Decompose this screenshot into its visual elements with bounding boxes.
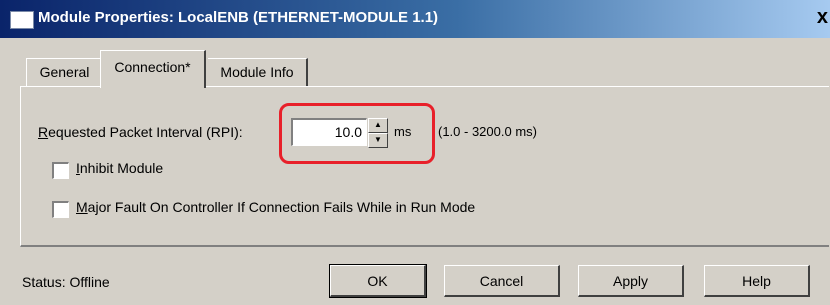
close-icon[interactable]: x	[817, 6, 828, 29]
cancel-button[interactable]: Cancel	[444, 265, 560, 297]
major-fault-checkbox[interactable]	[52, 201, 69, 218]
inhibit-module-label: Inhibit Module	[76, 160, 164, 176]
window-icon	[10, 11, 34, 29]
tab-module-info[interactable]: Module Info	[208, 58, 308, 86]
rpi-range: (1.0 - 3200.0 ms)	[438, 124, 537, 139]
status-text: Status: Offline	[22, 274, 110, 290]
help-button[interactable]: Help	[704, 265, 810, 297]
window-title: Module Properties: LocalENB (ETHERNET-MO…	[38, 9, 439, 26]
rpi-label: Requested Packet Interval (RPI):	[38, 124, 243, 140]
tab-general[interactable]: General	[26, 58, 102, 86]
ok-button[interactable]: OK	[329, 264, 427, 298]
apply-button[interactable]: Apply	[578, 265, 684, 297]
title-bar[interactable]: Module Properties: LocalENB (ETHERNET-MO…	[0, 0, 830, 38]
rpi-highlight-annotation	[279, 103, 435, 164]
module-properties-dialog: Module Properties: LocalENB (ETHERNET-MO…	[0, 0, 830, 305]
inhibit-module-checkbox[interactable]	[52, 162, 69, 179]
major-fault-label: Major Fault On Controller If Connection …	[76, 199, 476, 215]
tab-connection[interactable]: Connection*	[100, 50, 206, 88]
